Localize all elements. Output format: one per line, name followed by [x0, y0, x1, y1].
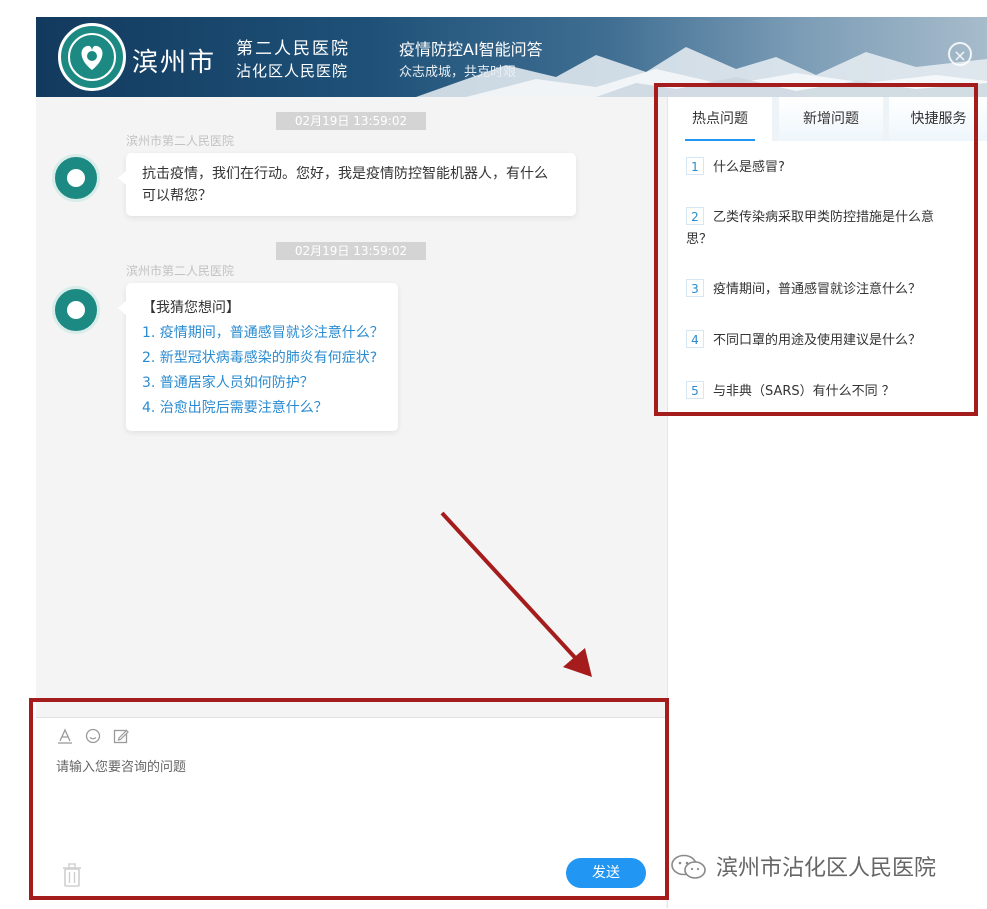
app-subtitle: 众志成城，共克时艰 — [399, 65, 517, 80]
suggestion-bubble: 【我猜您想问】 1. 疫情期间，普通感冒就诊注意什么？ 2. 新型冠状病毒感染的… — [118, 283, 398, 431]
watermark-text: 滨州市沾化区人民医院 — [716, 856, 937, 881]
annotation-arrow — [440, 511, 592, 677]
message-timestamp: 02月19日 13:59:02 — [276, 112, 426, 130]
bot-avatar — [52, 154, 100, 202]
message-bubble: 抗击疫情，我们在行动。您好，我是疫情防控智能机器人，有什么可以帮您？ — [118, 153, 576, 216]
hospital-logo — [58, 23, 126, 91]
hospital-city: 滨州市 — [132, 48, 217, 78]
message-sender: 滨州市第二人民医院 — [126, 134, 235, 148]
suggestion-link[interactable]: 1. 疫情期间，普通感冒就诊注意什么？ — [142, 322, 384, 344]
highlight-box-input — [29, 698, 669, 900]
hospital-name-line2: 沾化区人民医院 — [236, 62, 349, 80]
bot-avatar — [52, 286, 100, 334]
close-icon[interactable]: × — [948, 42, 972, 66]
suggestion-link[interactable]: 2. 新型冠状病毒感染的肺炎有何症状? — [142, 347, 377, 369]
highlight-box-questions — [654, 83, 978, 416]
suggestion-link[interactable]: 3. 普通居家人员如何防护？ — [142, 372, 314, 394]
wechat-icon — [670, 854, 708, 884]
suggestion-heading: 【我猜您想问】 — [142, 300, 240, 316]
app-title: 疫情防控AI智能问答 — [399, 40, 543, 59]
message-sender: 滨州市第二人民医院 — [126, 264, 235, 278]
message-timestamp: 02月19日 13:59:02 — [276, 242, 426, 260]
suggestion-link[interactable]: 4. 治愈出院后需要注意什么？ — [142, 397, 328, 419]
hospital-name-line1: 第二人民医院 — [236, 39, 350, 59]
message-text: 抗击疫情，我们在行动。您好，我是疫情防控智能机器人，有什么可以帮您？ — [142, 166, 548, 204]
